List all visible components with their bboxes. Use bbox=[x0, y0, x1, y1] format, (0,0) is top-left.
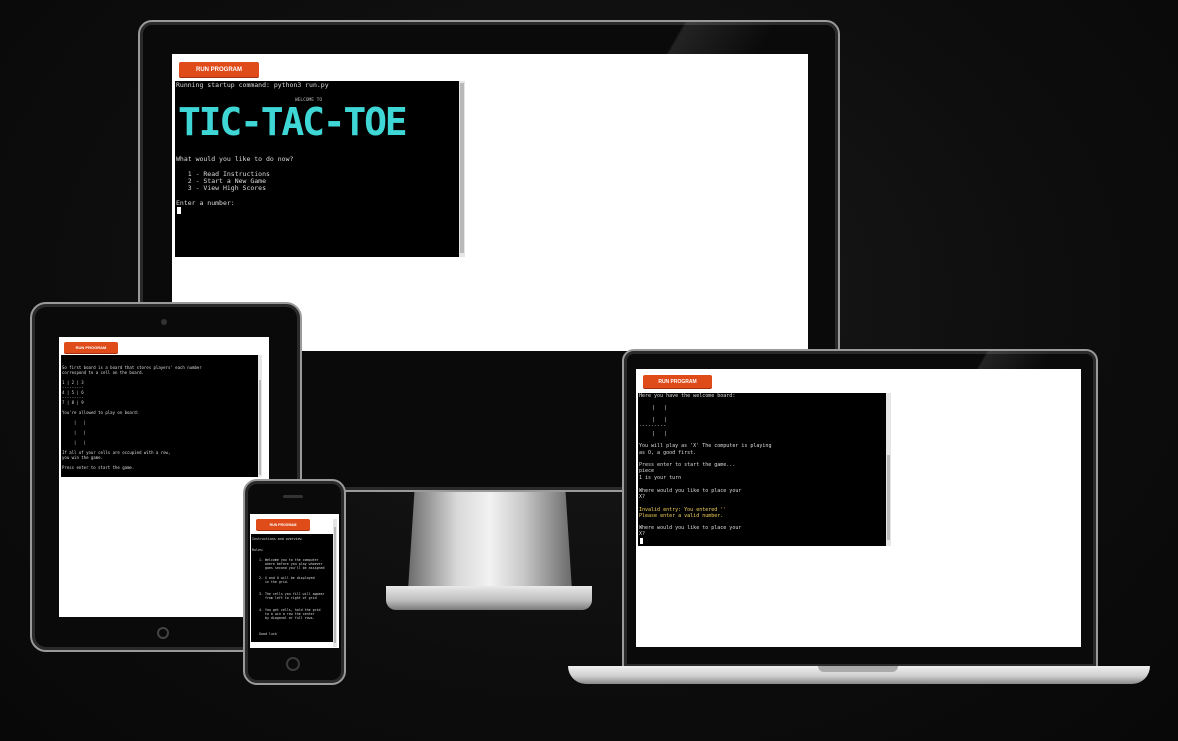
terminal-line: X? bbox=[639, 531, 646, 537]
terminal-line: --------- bbox=[639, 423, 667, 429]
tablet-camera bbox=[161, 319, 167, 325]
terminal-line: from left to right of grid bbox=[259, 596, 317, 600]
phone-screen: RUN PROGRAM Instructions and overview Ru… bbox=[250, 514, 339, 648]
terminal-line: You will play as 'X' The computer is pla… bbox=[639, 443, 772, 449]
phone-home-button[interactable] bbox=[286, 657, 300, 671]
terminal-line: Where would you like to place your bbox=[639, 488, 742, 494]
terminal-line: What would you like to do now? bbox=[176, 155, 294, 163]
terminal[interactable]: Here you have the welcome board: | | | |… bbox=[638, 393, 886, 546]
run-program-button[interactable]: RUN PROGRAM bbox=[179, 62, 259, 77]
monitor-stand-base bbox=[386, 586, 592, 610]
tablet-home-button[interactable] bbox=[157, 627, 169, 639]
terminal-line: Press enter to start the game. bbox=[62, 465, 135, 470]
tic-tac-toe-title: TIC-TAC-TOE bbox=[178, 100, 408, 144]
cursor bbox=[177, 207, 181, 214]
terminal-line: by diagonal or full rows. bbox=[259, 616, 315, 620]
terminal-line: | | bbox=[643, 405, 668, 411]
error-line: Please enter a valid number. bbox=[639, 513, 724, 519]
cursor bbox=[640, 538, 643, 544]
terminal-line: Here you have the welcome board: bbox=[639, 393, 736, 399]
terminal-line: Enter a number: bbox=[176, 199, 235, 207]
terminal-line: you win the game. bbox=[62, 455, 103, 460]
terminal-line: | | bbox=[69, 440, 86, 445]
terminal-line: Running startup command: python3 run.py bbox=[176, 81, 329, 89]
laptop-screen: RUN PROGRAM Here you have the welcome bo… bbox=[636, 369, 1081, 647]
terminal-scrollbar[interactable] bbox=[886, 393, 891, 546]
terminal-line: | | bbox=[69, 430, 86, 435]
laptop-notch bbox=[818, 666, 898, 672]
terminal-line: 7 | 8 | 9 bbox=[62, 400, 84, 405]
phone-speaker bbox=[283, 495, 303, 498]
run-program-button[interactable]: RUN PROGRAM bbox=[256, 519, 310, 530]
terminal-line: Where would you like to place your bbox=[639, 525, 742, 531]
terminal-line: | | bbox=[643, 431, 668, 437]
terminal-line: You're allowed to play on board: bbox=[62, 410, 140, 415]
terminal-line: piece bbox=[639, 468, 655, 474]
terminal-line: Instructions and overview bbox=[252, 537, 302, 541]
terminal-scrollbar[interactable] bbox=[333, 519, 337, 647]
terminal-line: correspond to a cell on the board. bbox=[62, 370, 144, 375]
terminal-line: goes second you'll be assigned bbox=[259, 566, 325, 570]
terminal-line: 3 - View High Scores bbox=[176, 184, 267, 192]
terminal-line: Rules: bbox=[252, 548, 264, 552]
monitor-stand-neck bbox=[408, 490, 572, 590]
tablet-screen: RUN PROGRAM So first board is a board th… bbox=[59, 337, 269, 617]
terminal-line: Good luck bbox=[259, 632, 277, 636]
terminal-line: X? bbox=[639, 494, 646, 500]
terminal[interactable]: Instructions and overview Rules: 1. Welc… bbox=[251, 534, 333, 642]
terminal-scrollbar[interactable] bbox=[258, 355, 262, 477]
terminal-line: 1 is your turn bbox=[639, 475, 682, 481]
terminal[interactable]: So first board is a board that stores pl… bbox=[61, 355, 258, 477]
terminal-line: | | bbox=[69, 420, 86, 425]
terminal-line: as O, a good first. bbox=[639, 450, 697, 456]
run-program-button[interactable]: RUN PROGRAM bbox=[64, 342, 118, 353]
terminal[interactable]: Running startup command: python3 run.py … bbox=[175, 81, 459, 257]
run-program-button[interactable]: RUN PROGRAM bbox=[643, 375, 712, 388]
terminal-line: in the grid. bbox=[259, 580, 289, 584]
terminal-scrollbar[interactable] bbox=[459, 81, 465, 257]
